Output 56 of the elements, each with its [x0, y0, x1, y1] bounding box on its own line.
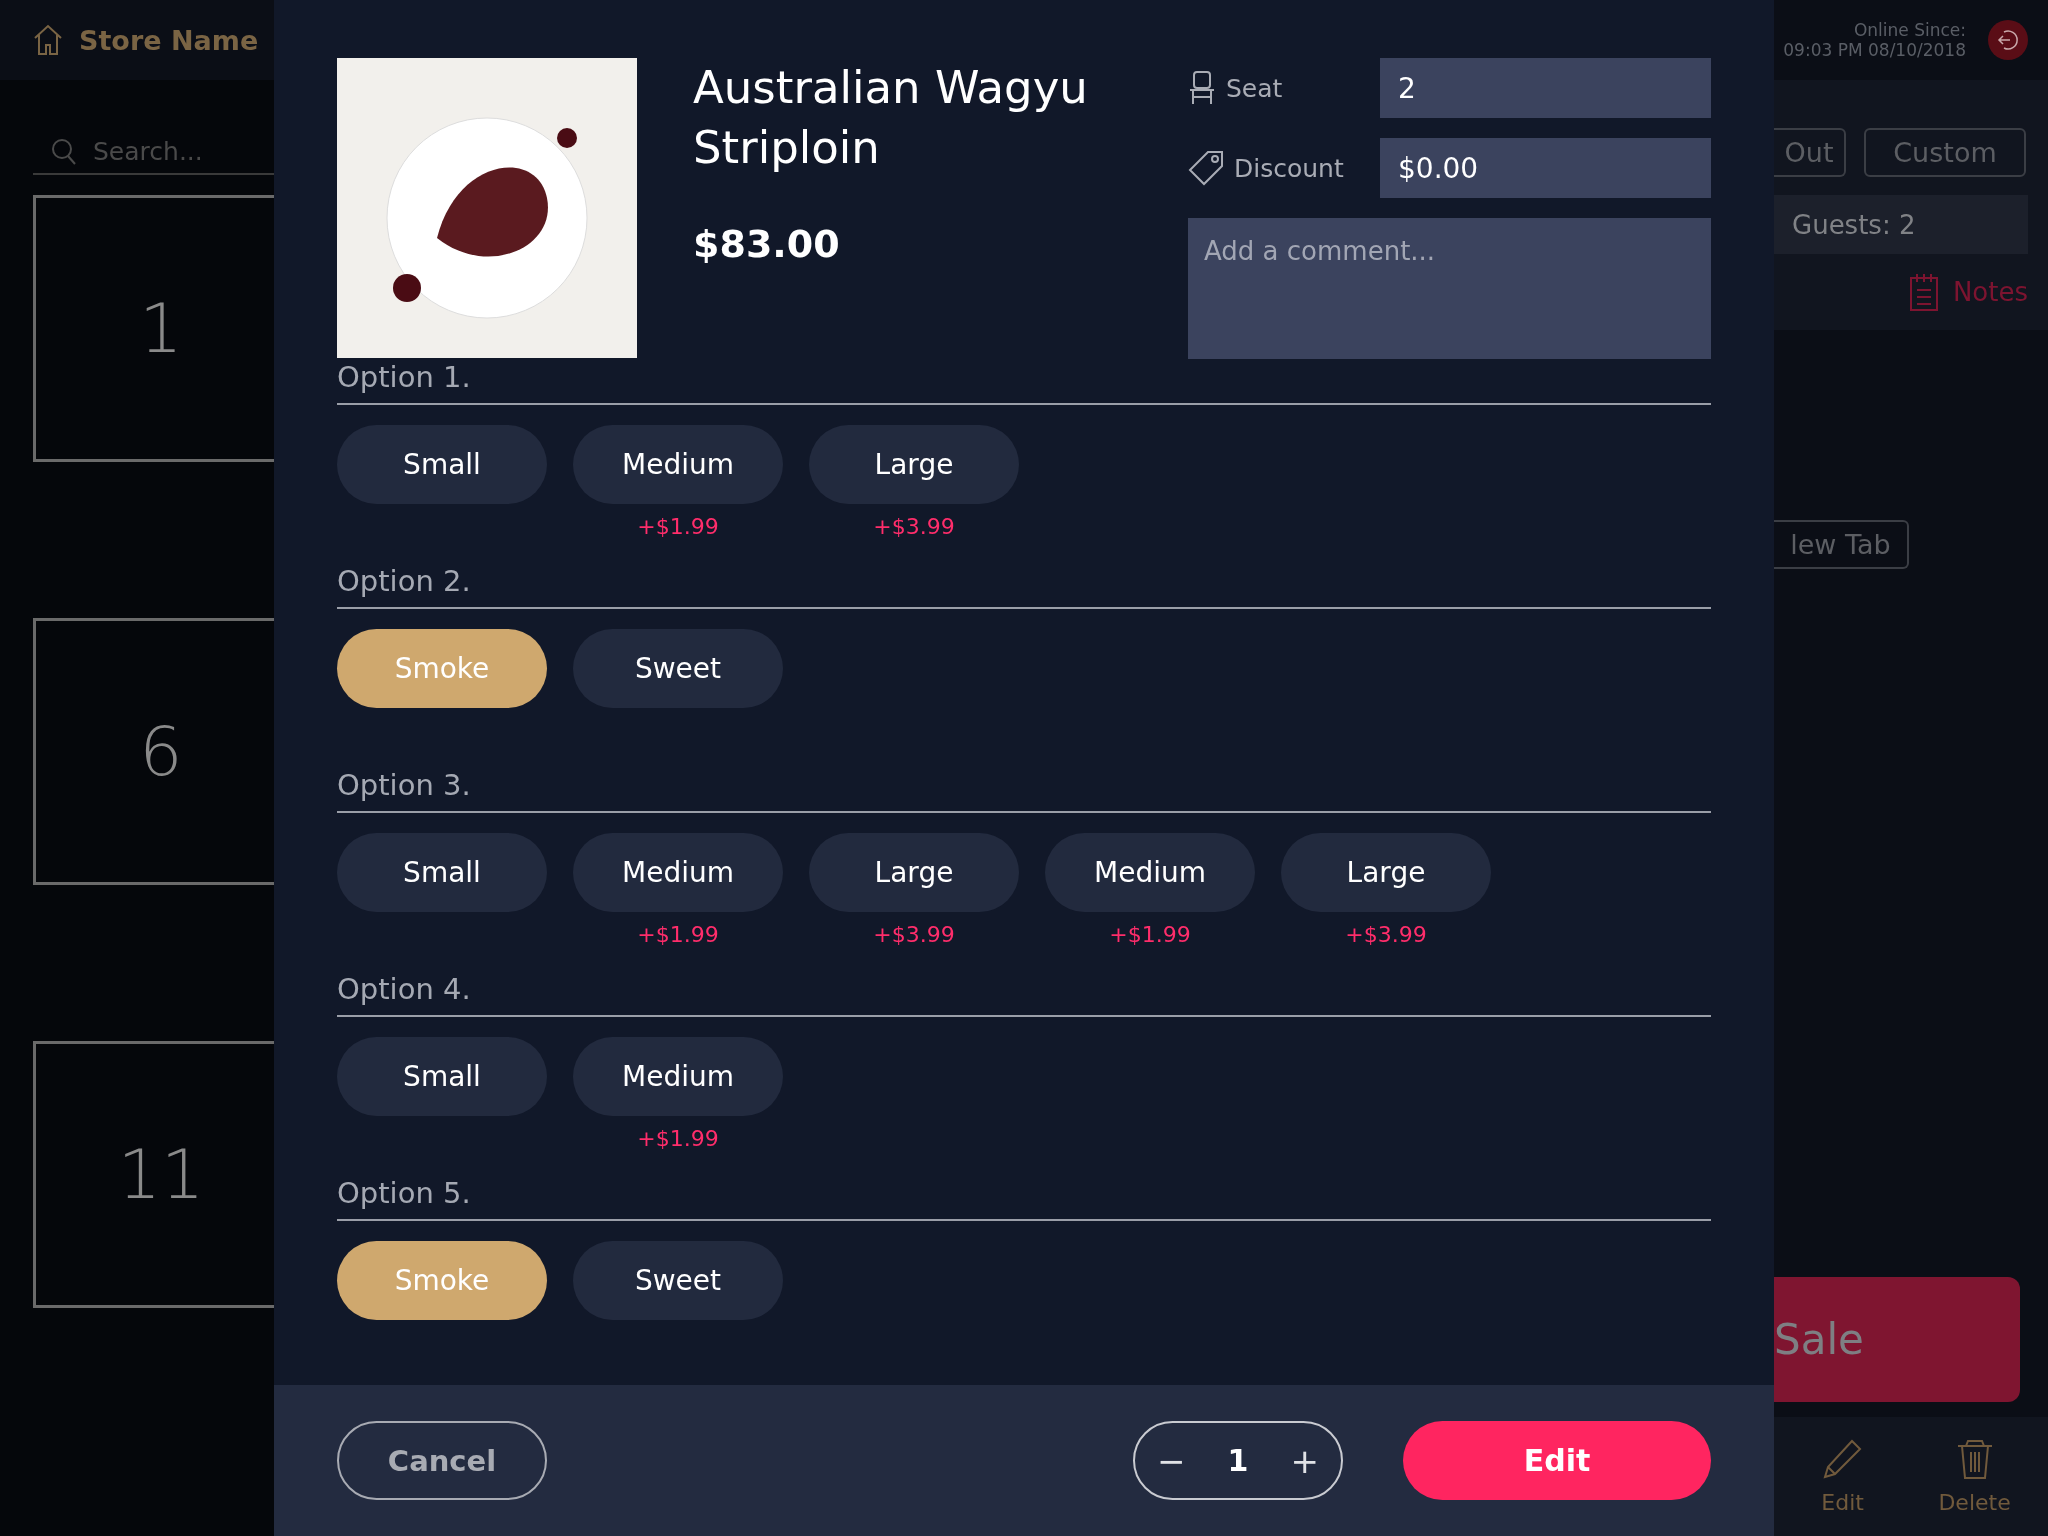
notepad-icon [1908, 272, 1939, 312]
search-icon [51, 137, 77, 166]
item-price: $83.00 [693, 222, 841, 266]
option-pill[interactable]: Sweet [573, 1241, 783, 1320]
edit-button[interactable]: Edit [1403, 1421, 1711, 1500]
guests-count[interactable]: Guests: 2 [1774, 195, 2028, 254]
option-heading: Option 3. [337, 767, 1711, 813]
option-heading: Option 5. [337, 1175, 1711, 1221]
option-pill[interactable]: Small [337, 425, 547, 504]
option-pill[interactable]: Medium [573, 425, 783, 504]
cancel-button[interactable]: Cancel [337, 1421, 547, 1500]
pencil-icon [1821, 1438, 1864, 1480]
store-name: Store Name [79, 24, 259, 56]
option-pill[interactable]: Medium [1045, 833, 1255, 912]
extra-price: +$1.99 [637, 1126, 719, 1151]
table-number: 11 [117, 1135, 205, 1214]
field-label: Seat [1226, 73, 1283, 103]
chair-icon [1188, 70, 1216, 106]
extra-price: +$1.99 [637, 514, 719, 539]
input-field[interactable]: 2 [1380, 58, 1711, 118]
trash-icon [1955, 1438, 1994, 1480]
tag-icon [1188, 150, 1224, 186]
logout-button[interactable] [1988, 20, 2028, 60]
action-label: Delete [1938, 1490, 2011, 1515]
comment-field[interactable]: Add a comment... [1188, 218, 1711, 359]
item-name: Australian Wagyu Striploin [693, 60, 1089, 176]
option-pill[interactable]: Large [809, 833, 1019, 912]
action-label: Edit [1821, 1490, 1864, 1515]
quantity-value: 1 [1227, 1443, 1249, 1478]
option-pill[interactable]: Small [337, 833, 547, 912]
extra-price: +$3.99 [1345, 922, 1427, 947]
field-label: Discount [1234, 153, 1344, 183]
table-number: 1 [139, 289, 183, 368]
extra-price: +$3.99 [873, 922, 955, 947]
option-pill[interactable]: Large [809, 425, 1019, 504]
plus-button[interactable]: + [1286, 1440, 1323, 1481]
quantity-stepper[interactable]: − 1 + [1133, 1421, 1343, 1500]
online-time: 09:03 PM 08/10/2018 [1783, 40, 1966, 60]
search-placeholder: Search... [93, 137, 203, 166]
extra-price: +$1.99 [637, 922, 719, 947]
option-heading: Option 4. [337, 971, 1711, 1017]
option-heading: Option 2. [337, 563, 1711, 609]
minus-button[interactable]: − [1153, 1440, 1190, 1481]
option-pill[interactable]: Medium [573, 1037, 783, 1116]
option-pill[interactable]: Large [1281, 833, 1491, 912]
extra-price: +$3.99 [873, 514, 955, 539]
option-pill[interactable]: Medium [573, 833, 783, 912]
logout-icon [1996, 28, 2020, 52]
extra-price: +$1.99 [1109, 922, 1191, 947]
option-heading: Option 1. [337, 359, 1711, 405]
option-pill[interactable]: Sweet [573, 629, 783, 708]
option-pill[interactable]: Small [337, 1037, 547, 1116]
online-label: Online Since: [1853, 20, 1966, 40]
input-field[interactable]: $0.00 [1380, 138, 1711, 198]
home-icon[interactable] [33, 24, 63, 56]
table-number: 6 [139, 712, 183, 791]
